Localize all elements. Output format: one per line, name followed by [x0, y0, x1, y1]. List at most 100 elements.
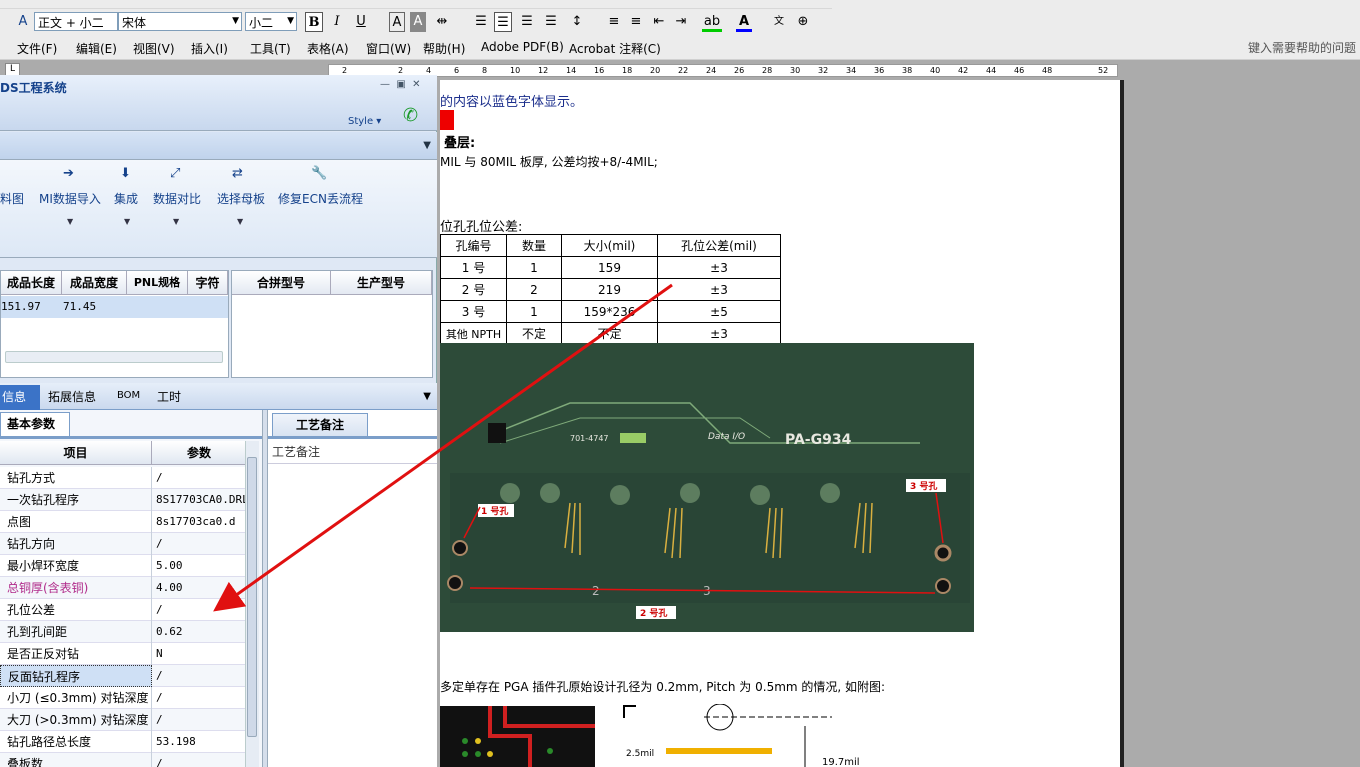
- help-question-box[interactable]: 键入需要帮助的问题: [1248, 39, 1356, 56]
- chevron-down-icon[interactable]: ▼: [124, 217, 130, 226]
- style-select[interactable]: 正文 + 小二: [34, 12, 118, 31]
- shuffle-icon: ⇄: [232, 166, 243, 181]
- ribbon-button-select-mother[interactable]: 选择母板: [217, 190, 265, 207]
- table-row[interactable]: 钻孔路径总长度 53.198: [0, 731, 245, 753]
- param-value[interactable]: /: [153, 533, 245, 555]
- menu-tools[interactable]: 工具(T): [250, 40, 291, 57]
- chevron-down-icon[interactable]: ▼: [173, 217, 179, 226]
- ribbon-collapse-icon[interactable]: ▼: [423, 140, 431, 151]
- param-value[interactable]: 4.00: [153, 577, 245, 599]
- ruler-tick: 18: [622, 66, 633, 75]
- tab-extended-info[interactable]: 拓展信息: [48, 388, 96, 405]
- table-row[interactable]: 总铜厚(含表铜) 4.00: [0, 577, 245, 599]
- menu-edit[interactable]: 编辑(E): [76, 40, 117, 57]
- char-border-button[interactable]: A: [389, 12, 405, 32]
- menu-window[interactable]: 窗口(W): [366, 40, 411, 57]
- table-row[interactable]: 孔到孔间距 0.62: [0, 621, 245, 643]
- param-value[interactable]: 0.62: [153, 621, 245, 643]
- table-row[interactable]: 叠板数 /: [0, 753, 245, 767]
- table-row[interactable]: 钻孔方式 /: [0, 467, 245, 489]
- table-row[interactable]: 一次钻孔程序 8S17703CA0.DRL: [0, 489, 245, 511]
- table-row[interactable]: 反面钻孔程序 /: [0, 665, 245, 687]
- tab-bom[interactable]: BOM: [117, 390, 140, 401]
- menu-adobe-pdf[interactable]: Adobe PDF(B): [481, 40, 564, 54]
- ribbon-button-fix-ecn[interactable]: 修复ECN丢流程: [278, 190, 363, 207]
- align-left-icon[interactable]: ☰: [472, 12, 490, 32]
- font-select[interactable]: 宋体 ▼: [118, 12, 242, 31]
- phone-icon[interactable]: ✆: [403, 105, 418, 126]
- grid-header[interactable]: 成品长度: [1, 271, 62, 295]
- chevron-down-icon[interactable]: ▼: [237, 217, 243, 226]
- close-icon[interactable]: ✕: [412, 79, 420, 90]
- param-value[interactable]: 5.00: [153, 555, 245, 577]
- table-row[interactable]: 小刀 (≤0.3mm) 对钻深度 /: [0, 687, 245, 709]
- menu-view[interactable]: 视图(V): [133, 40, 175, 57]
- menu-help[interactable]: 帮助(H): [423, 40, 465, 57]
- minimize-icon[interactable]: —: [380, 79, 390, 90]
- grid-header[interactable]: 成品宽度: [62, 271, 127, 295]
- menu-acrobat-comments[interactable]: Acrobat 注释(C): [569, 40, 661, 57]
- tab-process-notes[interactable]: 工艺备注: [272, 413, 368, 436]
- menu-file[interactable]: 文件(F): [17, 40, 57, 57]
- chevron-down-icon[interactable]: ▼: [67, 217, 73, 226]
- menu-insert[interactable]: 插入(I): [191, 40, 228, 57]
- underline-button[interactable]: U: [354, 12, 368, 32]
- font-color-button[interactable]: A: [736, 12, 752, 32]
- char-scale-icon[interactable]: ⇹: [432, 12, 452, 32]
- table-row[interactable]: 点图 8s17703ca0.d: [0, 511, 245, 533]
- decrease-indent-icon[interactable]: ⇤: [650, 12, 668, 32]
- param-value[interactable]: /: [153, 687, 245, 709]
- param-value[interactable]: /: [153, 665, 245, 687]
- table-row[interactable]: 钻孔方向 /: [0, 533, 245, 555]
- phonetic-guide-icon[interactable]: 文: [770, 12, 788, 32]
- justify-icon[interactable]: ☰: [542, 12, 560, 32]
- horizontal-scrollbar[interactable]: [5, 351, 223, 363]
- param-value[interactable]: /: [153, 599, 245, 621]
- bold-button[interactable]: B: [305, 12, 323, 32]
- ribbon-button-mi-import[interactable]: MI数据导入: [39, 190, 101, 207]
- char-shading-button[interactable]: A: [410, 12, 426, 32]
- grid-header[interactable]: PNL规格: [127, 271, 188, 295]
- params-header-item[interactable]: 项目: [0, 441, 152, 465]
- grid-header[interactable]: 生产型号: [331, 271, 432, 295]
- table-row[interactable]: 最小焊环宽度 5.00: [0, 555, 245, 577]
- param-value[interactable]: /: [153, 467, 245, 489]
- table-row[interactable]: 是否正反对钻 N: [0, 643, 245, 665]
- table-row[interactable]: 大刀 (>0.3mm) 对钻深度 /: [0, 709, 245, 731]
- ribbon-button-integrate[interactable]: 集成: [114, 190, 138, 207]
- tab-work-hours[interactable]: 工时: [157, 388, 181, 405]
- param-value[interactable]: 8s17703ca0.d: [153, 511, 245, 533]
- tabs-dropdown-icon[interactable]: ▼: [423, 391, 431, 402]
- line-spacing-icon[interactable]: ↕: [564, 12, 590, 32]
- param-value[interactable]: 8S17703CA0.DRL: [153, 489, 245, 511]
- horizontal-ruler[interactable]: 2 2 4 6 8 10 12 14 16 18 20 22 24 26 28 30 32 34 36 38 40 42 4…: [328, 64, 1118, 77]
- param-value[interactable]: /: [153, 709, 245, 731]
- increase-indent-icon[interactable]: ⇥: [672, 12, 690, 32]
- restore-icon[interactable]: ▣: [396, 79, 405, 90]
- param-value[interactable]: N: [153, 643, 245, 665]
- ribbon-button-drawing[interactable]: 料图: [0, 190, 24, 207]
- params-header-value[interactable]: 参数: [153, 441, 245, 465]
- highlight-icon[interactable]: ab: [702, 12, 722, 32]
- italic-button[interactable]: I: [330, 12, 344, 32]
- param-value[interactable]: 53.198: [153, 731, 245, 753]
- scrollbar-thumb[interactable]: [247, 457, 257, 737]
- bullet-list-icon[interactable]: ≡: [627, 12, 645, 32]
- numbered-list-icon[interactable]: ≡: [605, 12, 623, 32]
- styles-icon[interactable]: A: [14, 12, 32, 32]
- tab-info[interactable]: 信息: [0, 385, 40, 410]
- align-center-icon[interactable]: ☰: [494, 12, 512, 32]
- grid-header[interactable]: 合拼型号: [232, 271, 331, 295]
- size-select-value: 小二: [249, 16, 274, 30]
- enclose-char-icon[interactable]: ⊕: [794, 12, 812, 32]
- param-value[interactable]: /: [153, 753, 245, 767]
- align-right-icon[interactable]: ☰: [518, 12, 536, 32]
- menu-table[interactable]: 表格(A): [307, 40, 349, 57]
- style-menu[interactable]: Style ▾: [348, 116, 381, 127]
- ribbon-button-data-compare[interactable]: 数据对比: [153, 190, 201, 207]
- grid-header[interactable]: 字符: [188, 271, 228, 295]
- table-row[interactable]: 孔位公差 /: [0, 599, 245, 621]
- size-select[interactable]: 小二 ▼: [245, 12, 297, 31]
- process-notes-label: 工艺备注: [268, 440, 437, 464]
- tab-basic-params[interactable]: 基本参数: [0, 412, 70, 436]
